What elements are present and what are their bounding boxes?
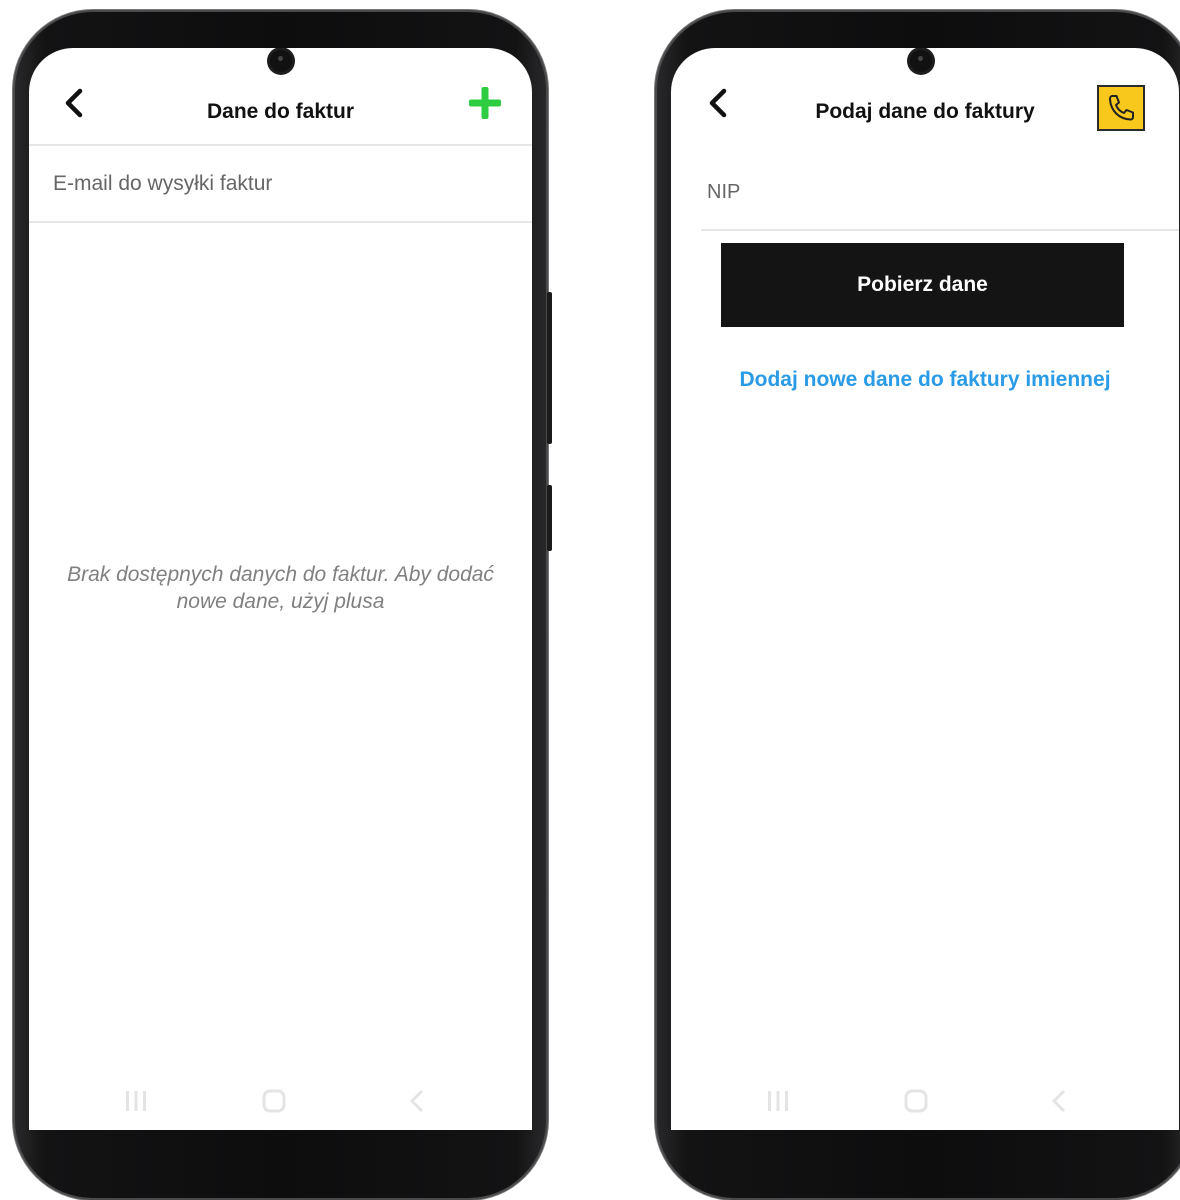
call-button[interactable]	[1097, 85, 1145, 131]
power-button	[547, 485, 552, 551]
recent-apps-icon[interactable]	[123, 1088, 149, 1114]
nip-field[interactable]: NIP	[707, 181, 740, 204]
volume-button	[547, 292, 552, 444]
screen-enter-invoice-data: Podaj dane do faktury NIP Pobierz dane D…	[671, 48, 1179, 1130]
email-field[interactable]: E-mail do wysyłki faktur	[53, 172, 272, 196]
page-title: Dane do faktur	[206, 100, 355, 123]
phone-frame-right: Podaj dane do faktury NIP Pobierz dane D…	[655, 10, 1180, 1200]
screen-invoice-data: Dane do faktur E-mail do wysyłki faktur …	[29, 48, 532, 1130]
phone-frame-left: Dane do faktur E-mail do wysyłki faktur …	[13, 10, 552, 1200]
phone-icon	[1109, 95, 1134, 121]
nip-field-underline	[701, 229, 1179, 231]
system-nav-bar	[671, 1070, 1179, 1130]
empty-state-message: Brak dostępnych danych do faktur. Aby do…	[67, 563, 494, 613]
recent-apps-icon[interactable]	[765, 1088, 791, 1114]
home-icon[interactable]	[261, 1088, 287, 1114]
system-nav-bar	[29, 1070, 532, 1130]
front-camera	[910, 50, 932, 72]
back-nav-icon[interactable]	[1047, 1088, 1073, 1114]
email-field-underline	[29, 221, 532, 223]
plus-icon[interactable]	[468, 86, 502, 120]
fetch-data-button[interactable]: Pobierz dane	[721, 243, 1124, 327]
header-divider	[29, 144, 532, 146]
front-camera	[270, 50, 292, 72]
back-nav-icon[interactable]	[405, 1088, 431, 1114]
add-named-invoice-link[interactable]: Dodaj nowe dane do faktury imiennej	[671, 368, 1179, 392]
home-icon[interactable]	[903, 1088, 929, 1114]
